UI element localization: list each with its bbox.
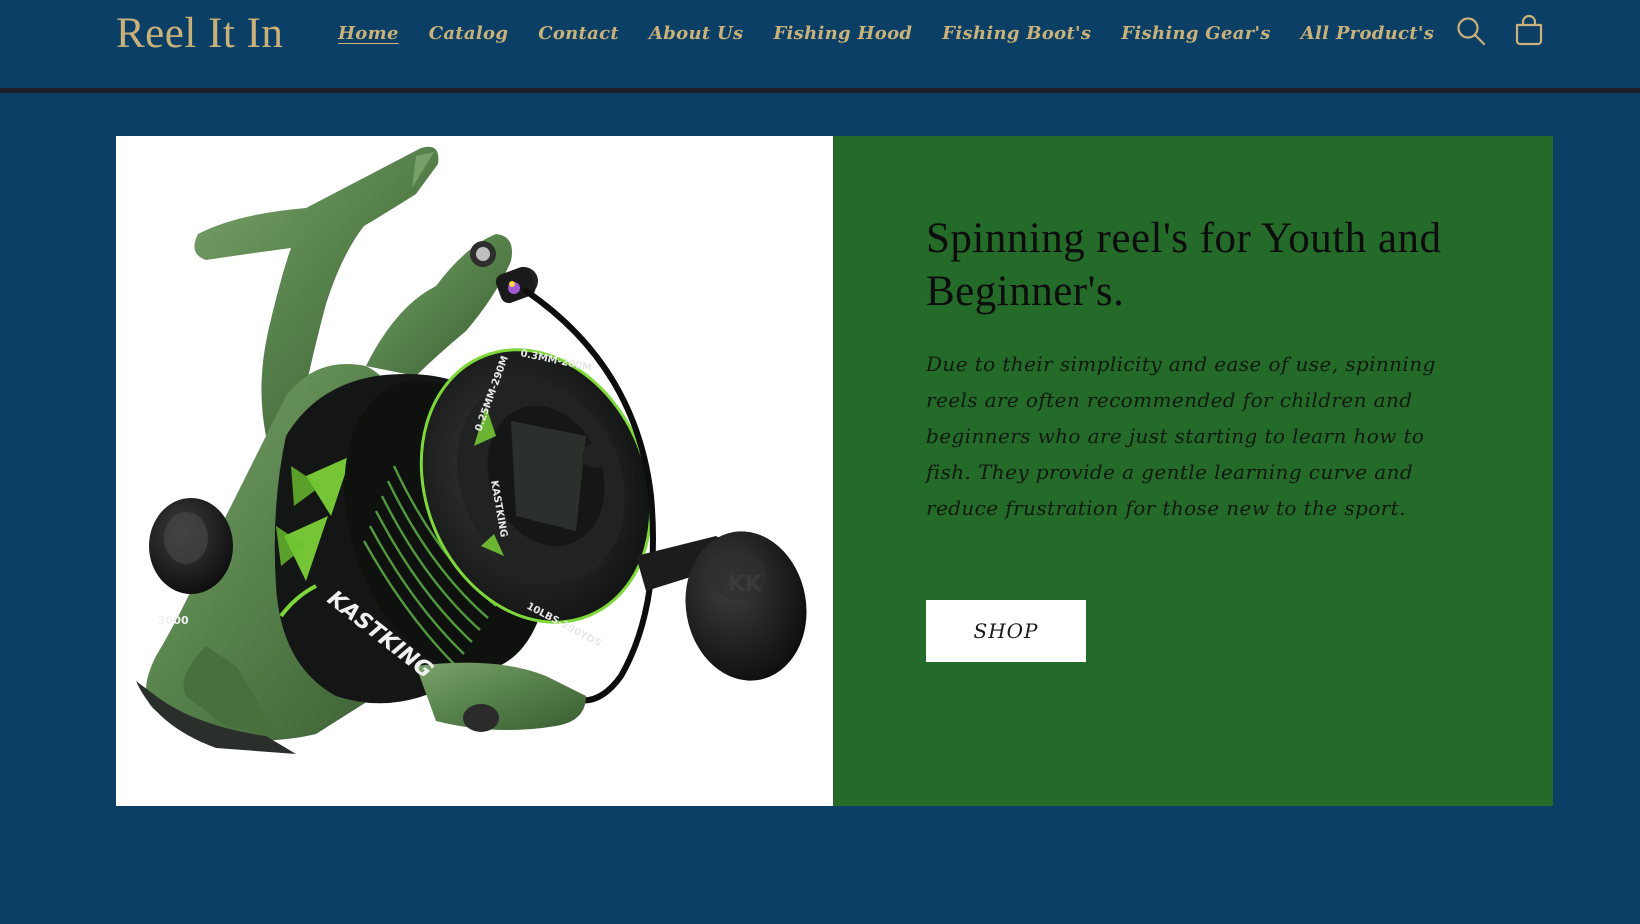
main-nav: Home Catalog Contact About Us Fishing Ho… (338, 0, 1449, 66)
handle-logo: KK (728, 572, 763, 597)
hero-heading: Spinning reel's for Youth and Beginner's… (926, 215, 1442, 315)
search-icon[interactable] (1454, 14, 1488, 48)
hero-content-panel: Spinning reel's for Youth and Beginner's… (833, 136, 1553, 806)
nav-contact[interactable]: Contact (523, 23, 634, 44)
nav-all-products[interactable]: All Product's (1286, 23, 1449, 44)
nav-fishing-gears[interactable]: Fishing Gear's (1106, 23, 1285, 44)
site-logo[interactable]: Reel It In (116, 6, 283, 62)
hero-banner: 0.25MM-290M 0.3MM-200M 10LBS-290YDS KAST… (116, 136, 1553, 806)
nav-fishing-hood[interactable]: Fishing Hood (758, 23, 927, 44)
reel-size-label: 3000 (158, 614, 189, 627)
nav-fishing-boots[interactable]: Fishing Boot's (927, 23, 1106, 44)
product-image: 0.25MM-290M 0.3MM-200M 10LBS-290YDS KAST… (116, 136, 833, 806)
nav-catalog[interactable]: Catalog (414, 23, 524, 44)
site-header: Reel It In Home Catalog Contact About Us… (0, 0, 1640, 88)
nav-home[interactable]: Home (338, 23, 414, 44)
hero-description: Due to their simplicity and ease of use,… (926, 352, 1436, 520)
shop-button[interactable]: SHOP (926, 600, 1086, 662)
nav-about-us[interactable]: About Us (634, 23, 758, 44)
header-divider (0, 88, 1640, 93)
cart-icon[interactable] (1512, 14, 1546, 48)
spinning-reel-illustration: 0.25MM-290M 0.3MM-200M 10LBS-290YDS KAST… (136, 146, 807, 754)
